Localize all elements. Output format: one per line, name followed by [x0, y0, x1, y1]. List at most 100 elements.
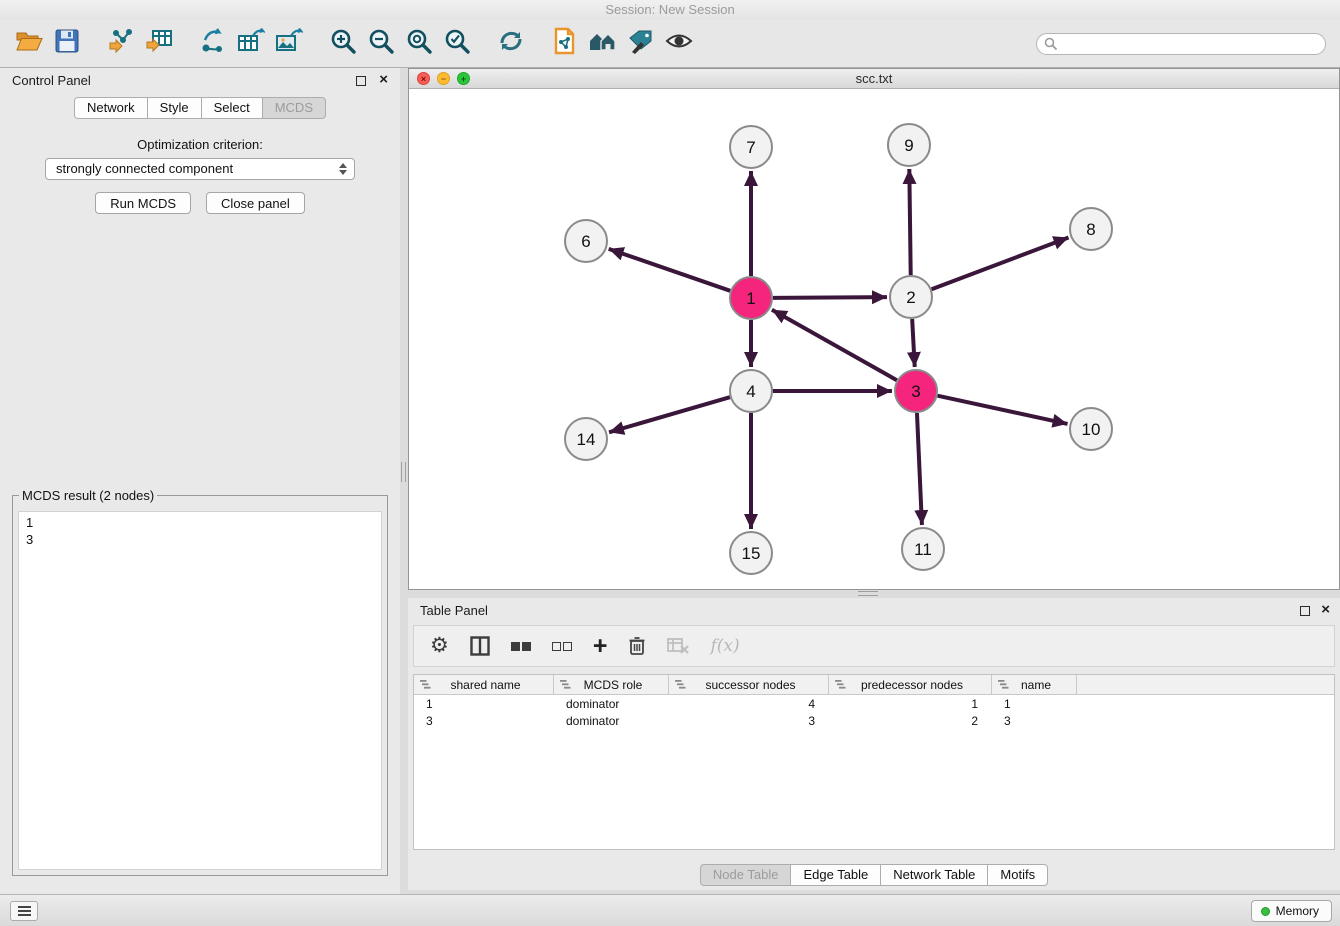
graph-node-10[interactable]: 10 — [1070, 408, 1112, 450]
graph-node-3[interactable]: 3 — [895, 370, 937, 412]
control-panel-tabs: NetworkStyleSelectMCDS — [0, 97, 400, 119]
graph-node-4[interactable]: 4 — [730, 370, 772, 412]
open-file-button[interactable] — [10, 25, 48, 63]
table-cell: dominator — [554, 714, 669, 728]
annotation-button[interactable] — [622, 25, 660, 63]
tab-style[interactable]: Style — [147, 97, 202, 119]
document-share-button[interactable] — [546, 25, 584, 63]
import-table-button[interactable] — [140, 25, 178, 63]
column-header-name[interactable]: name — [992, 675, 1077, 694]
table-tab-node-table[interactable]: Node Table — [700, 864, 792, 886]
graph-node-9[interactable]: 9 — [888, 124, 930, 166]
optimization-criterion-select[interactable]: strongly connected component — [45, 158, 355, 180]
graph-edge-2-3[interactable] — [912, 319, 915, 367]
graph-node-2[interactable]: 2 — [890, 276, 932, 318]
show-columns-icon[interactable] — [470, 636, 490, 656]
save-session-button[interactable] — [48, 25, 86, 63]
graph-edge-1-6[interactable] — [609, 249, 731, 291]
maximize-window-icon[interactable]: + — [457, 72, 470, 85]
show-panels-button[interactable] — [10, 901, 38, 921]
window-titlebar[interactable]: Session: New Session — [0, 0, 1340, 20]
float-table-panel-icon[interactable] — [1300, 606, 1310, 616]
zoom-selected-button[interactable] — [438, 25, 476, 63]
vertical-splitter-handle[interactable] — [401, 462, 406, 482]
graph-node-15[interactable]: 15 — [730, 532, 772, 574]
column-header-successor-nodes[interactable]: successor nodes — [669, 675, 829, 694]
column-header-predecessor-nodes[interactable]: predecessor nodes — [829, 675, 992, 694]
floppy-disk-icon — [55, 29, 79, 58]
refresh-layout-button[interactable] — [492, 25, 530, 63]
tab-mcds[interactable]: MCDS — [262, 97, 326, 119]
unselect-all-icon[interactable] — [552, 642, 572, 651]
show-hide-button[interactable] — [660, 25, 698, 63]
float-panel-icon[interactable] — [356, 76, 366, 86]
table-settings-icon[interactable]: ⚙ — [430, 636, 449, 656]
graph-edge-3-10[interactable] — [937, 396, 1067, 424]
table-cell: 3 — [414, 714, 554, 728]
zoom-in-button[interactable] — [324, 25, 362, 63]
houses-icon — [588, 29, 618, 58]
run-mcds-button[interactable]: Run MCDS — [95, 192, 191, 214]
column-header-MCDS-role[interactable]: MCDS role — [554, 675, 669, 694]
table-cell: 2 — [829, 714, 992, 728]
document-share-icon — [552, 27, 578, 60]
add-column-icon[interactable]: + — [593, 636, 608, 656]
graph-node-1[interactable]: 1 — [730, 277, 772, 319]
table-cell: 3 — [669, 714, 829, 728]
table-cell: dominator — [554, 697, 669, 711]
tab-network[interactable]: Network — [74, 97, 148, 119]
table-row[interactable]: 1dominator411 — [414, 695, 1334, 712]
close-window-icon[interactable]: × — [417, 72, 430, 85]
control-panel-title: Control Panel — [12, 73, 91, 88]
zoom-out-button[interactable] — [362, 25, 400, 63]
table-cell: 1 — [414, 697, 554, 711]
search-icon — [1044, 37, 1058, 56]
table-row[interactable]: 3dominator323 — [414, 712, 1334, 729]
svg-text:7: 7 — [746, 138, 755, 157]
svg-text:2: 2 — [906, 288, 915, 307]
graph-edge-3-1[interactable] — [772, 310, 897, 380]
table-tab-edge-table[interactable]: Edge Table — [790, 864, 881, 886]
horizontal-splitter-handle[interactable] — [858, 591, 878, 596]
network-window-titlebar[interactable]: × − + scc.txt — [409, 69, 1339, 89]
network-canvas[interactable]: 1 2 3 4 6 7 8 9 10 11 14 15 — [409, 89, 1339, 589]
mcds-result-list[interactable]: 13 — [18, 511, 382, 870]
close-panel-button[interactable]: Close panel — [206, 192, 305, 214]
import-network-button[interactable] — [102, 25, 140, 63]
export-table-button[interactable] — [232, 25, 270, 63]
close-panel-icon[interactable]: × — [379, 71, 388, 89]
memory-button[interactable]: Memory — [1251, 900, 1332, 922]
select-stepper-icon — [339, 163, 347, 175]
svg-text:15: 15 — [742, 544, 761, 563]
svg-text:4: 4 — [746, 382, 755, 401]
svg-text:14: 14 — [577, 430, 596, 449]
search-input[interactable] — [1036, 33, 1326, 55]
export-image-button[interactable] — [270, 25, 308, 63]
home-button[interactable] — [584, 25, 622, 63]
table-tab-motifs[interactable]: Motifs — [987, 864, 1048, 886]
graph-edge-2-8[interactable] — [932, 237, 1069, 289]
column-header-shared-name[interactable]: shared name — [414, 675, 554, 694]
tab-select[interactable]: Select — [201, 97, 263, 119]
minimize-window-icon[interactable]: − — [437, 72, 450, 85]
table-cell: 3 — [992, 714, 1077, 728]
select-all-icon[interactable] — [511, 642, 531, 651]
graph-edge-1-2[interactable] — [773, 297, 887, 298]
graph-edge-2-9[interactable] — [909, 169, 910, 275]
graph-node-14[interactable]: 14 — [565, 418, 607, 460]
graph-node-11[interactable]: 11 — [902, 528, 944, 570]
graph-edge-3-11[interactable] — [917, 413, 922, 525]
graph-node-6[interactable]: 6 — [565, 220, 607, 262]
close-table-panel-icon[interactable]: × — [1321, 601, 1330, 619]
export-network-button[interactable] — [194, 25, 232, 63]
graph-edge-4-14[interactable] — [609, 397, 730, 432]
mcds-result-line: 3 — [26, 531, 374, 548]
zoom-fit-button[interactable] — [400, 25, 438, 63]
table-tab-network-table[interactable]: Network Table — [880, 864, 988, 886]
delete-column-icon[interactable] — [628, 636, 646, 656]
import-network-icon — [107, 28, 135, 59]
graph-node-7[interactable]: 7 — [730, 126, 772, 168]
control-panel-header: Control Panel × — [0, 68, 400, 92]
graph-node-8[interactable]: 8 — [1070, 208, 1112, 250]
svg-text:8: 8 — [1086, 220, 1095, 239]
